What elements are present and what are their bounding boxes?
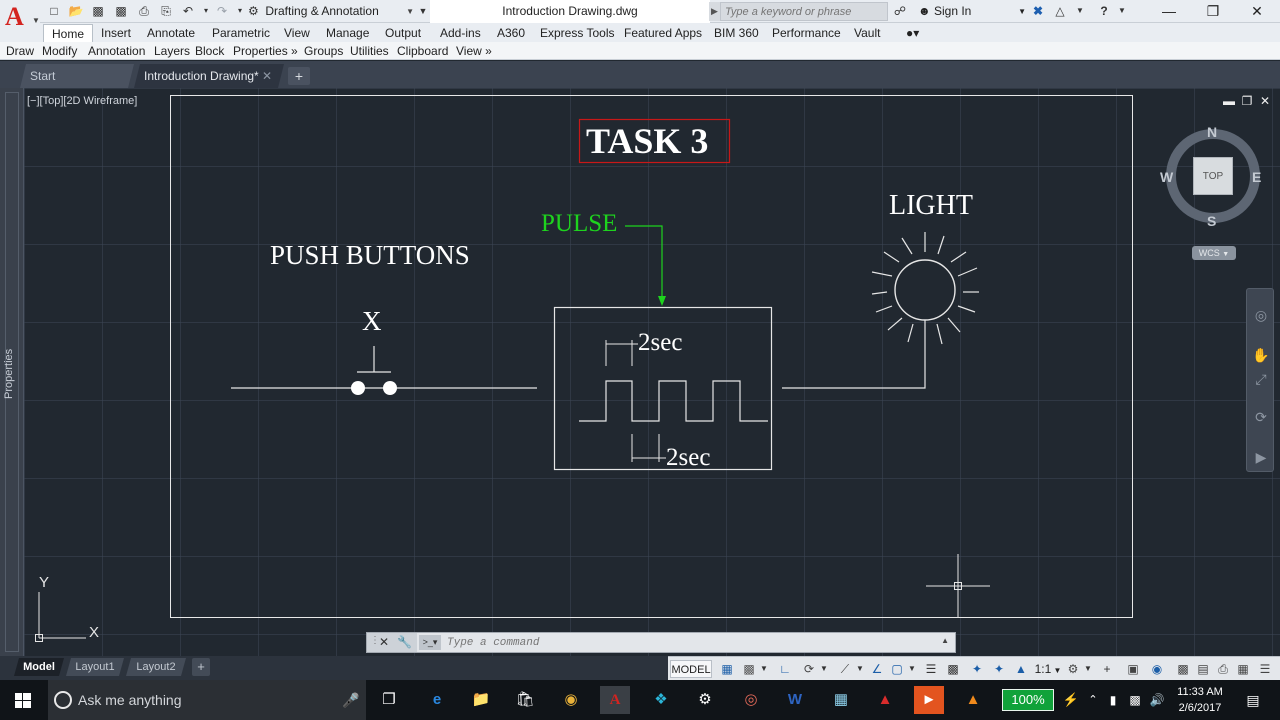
wcs-label: WCS [1198, 248, 1220, 258]
layout-tab-layout2[interactable]: Layout2 [126, 658, 186, 676]
annotation-scale-value[interactable]: 1:1 ▼ [1032, 660, 1064, 678]
cube-app-icon[interactable]: ❖ [646, 686, 676, 714]
orbit-icon[interactable]: ⟳ [1251, 407, 1271, 427]
print-icon[interactable]: ⎙ [1214, 660, 1232, 678]
object-snap-icon[interactable]: ▢ [888, 660, 906, 678]
chevron-down-icon: ▼ [1222, 251, 1230, 258]
scale-label: 1:1 [1034, 662, 1052, 676]
word-icon[interactable]: W [780, 686, 810, 714]
isolate-objects-icon[interactable]: ▣ [1124, 660, 1142, 678]
ortho-icon[interactable]: ∟ [776, 660, 794, 678]
layout-tab-model[interactable]: Model [14, 658, 64, 676]
light-label: LIGHT [889, 190, 973, 221]
light-bulb [894, 259, 956, 321]
compass-east[interactable]: E [1252, 169, 1261, 185]
close-icon[interactable]: ✕ [379, 635, 389, 649]
add-layout-button[interactable]: + [192, 658, 210, 676]
vlc-icon[interactable]: ▲ [958, 686, 988, 714]
object-snap-tracking-icon[interactable]: ∠ [868, 660, 886, 678]
zoom-extents-icon[interactable]: ⤢ [1251, 369, 1271, 389]
showmotion-icon[interactable]: ▶ [1251, 447, 1271, 467]
menu-icon[interactable]: ☰ [1256, 660, 1274, 678]
polar-tracking-icon[interactable]: ⟳ [800, 660, 818, 678]
recent-commands-icon[interactable]: >_▾ [419, 635, 441, 650]
chevron-down-icon[interactable]: ▼ [1082, 660, 1094, 678]
ucs-x-label: X [89, 624, 100, 641]
lineweight-icon[interactable]: ☰ [922, 660, 940, 678]
settings-icon[interactable]: ⚙ [690, 686, 720, 714]
autocad-taskbar-icon[interactable]: A [600, 686, 630, 714]
pulse-leader [625, 225, 663, 300]
ucs-y-label: Y [39, 574, 50, 591]
push-button-x-label: X [362, 306, 382, 336]
action-center-icon[interactable]: ▤ [1238, 686, 1268, 714]
chevron-down-icon[interactable]: ▼ [854, 660, 866, 678]
cortana-icon [54, 691, 72, 709]
acrobat-icon[interactable]: ▲ [870, 686, 900, 714]
chevron-down-icon[interactable]: ▼ [906, 660, 918, 678]
navigation-bar: ◎ ✋ ⤢ ⟳ ▶ [1246, 288, 1274, 472]
push-button-contact-right [383, 381, 397, 395]
battery-percent-badge[interactable]: 100% [1002, 689, 1054, 711]
clock-time: 11:33 AM [1177, 686, 1223, 698]
snap-icon[interactable]: ▩ [740, 660, 758, 678]
isodraft-icon[interactable]: ⟋ [836, 660, 854, 678]
annotation-scale-icon[interactable]: ▲ [1012, 660, 1030, 678]
light-wire [782, 320, 926, 389]
compass-west[interactable]: W [1160, 169, 1173, 185]
media-app-icon[interactable]: ◎ [736, 686, 766, 714]
grid-icon[interactable]: ▦ [718, 660, 736, 678]
command-line: ⋮ ✕ 🔧 >_▾ ▲ [366, 632, 956, 653]
task-view-icon[interactable]: ❐ [374, 686, 404, 714]
microphone-icon[interactable]: 🎤 [342, 680, 359, 720]
clean-screen-icon[interactable]: ▩ [1174, 660, 1192, 678]
cortana-search[interactable]: Ask me anything 🎤 [48, 680, 366, 720]
plus-icon[interactable]: + [1098, 660, 1116, 678]
chevron-down-icon[interactable]: ▼ [818, 660, 830, 678]
edge-browser-icon[interactable]: e [422, 686, 452, 714]
workspace-gear-icon[interactable]: ⚙ [1064, 660, 1082, 678]
task-title: TASK 3 [586, 121, 709, 161]
windows-start-icon[interactable] [0, 680, 46, 720]
chevron-up-icon[interactable]: ▲ [941, 636, 949, 645]
time-top-label: 2sec [638, 329, 683, 356]
transparency-icon[interactable]: ▩ [944, 660, 962, 678]
hardware-acceleration-icon[interactable]: ◉ [1148, 660, 1166, 678]
compass-south[interactable]: S [1207, 213, 1216, 229]
clock-date: 2/6/2017 [1178, 702, 1222, 714]
time-bottom-label: 2sec [666, 444, 711, 471]
drawing-geometry [170, 95, 1133, 618]
lock-ui-icon[interactable]: ▤ [1194, 660, 1212, 678]
model-space-button[interactable]: MODEL [670, 660, 712, 678]
pulse-label: PULSE [541, 210, 618, 237]
pan-hand-icon[interactable]: ✋ [1251, 345, 1271, 365]
notes-app-icon[interactable]: ▦ [826, 686, 856, 714]
windows-taskbar: Ask me anything 🎤 ❐ e 📁 🛍 ◉ A ❖ ⚙ ◎ W ▦ … [0, 680, 1280, 720]
compass-north[interactable]: N [1207, 124, 1217, 140]
command-line-controls: ⋮ ✕ 🔧 [367, 633, 417, 652]
file-explorer-icon[interactable]: 📁 [466, 686, 496, 714]
square-wave [579, 380, 768, 422]
office-app-icon[interactable]: ► [914, 686, 944, 714]
chevron-down-icon[interactable]: ▼ [758, 660, 770, 678]
auto-scale-icon[interactable]: ✦ [990, 660, 1008, 678]
push-buttons-label: PUSH BUTTONS [270, 240, 470, 270]
layout-tabs: Model Layout1 Layout2 + [0, 656, 670, 680]
viewcube-top-face[interactable]: TOP [1193, 157, 1233, 195]
wrench-icon[interactable]: 🔧 [397, 635, 412, 649]
annotation-visibility-icon[interactable]: ✦ [968, 660, 986, 678]
status-bar: MODEL ▦ ▩ ▼ ∟ ⟳ ▼ ⟋ ▼ ∠ ▢ ▼ ☰ ▩ ✦ ✦ ▲ 1:… [668, 656, 1280, 680]
system-clock[interactable]: 11:33 AM 2/6/2017 [1168, 684, 1232, 716]
push-button-contact-left [351, 381, 365, 395]
crosshair-cursor [926, 554, 990, 618]
steering-wheel-icon[interactable]: ◎ [1251, 305, 1271, 325]
command-input[interactable] [447, 634, 927, 651]
layout-tab-layout1[interactable]: Layout1 [66, 658, 124, 676]
pulse-arrow [658, 296, 666, 306]
customization-icon[interactable]: ▦ [1234, 660, 1252, 678]
wcs-menu[interactable]: WCS ▼ [1192, 246, 1236, 260]
store-icon[interactable]: 🛍 [510, 686, 540, 714]
cortana-search-placeholder: Ask me anything [78, 692, 182, 708]
chrome-icon[interactable]: ◉ [556, 686, 586, 714]
